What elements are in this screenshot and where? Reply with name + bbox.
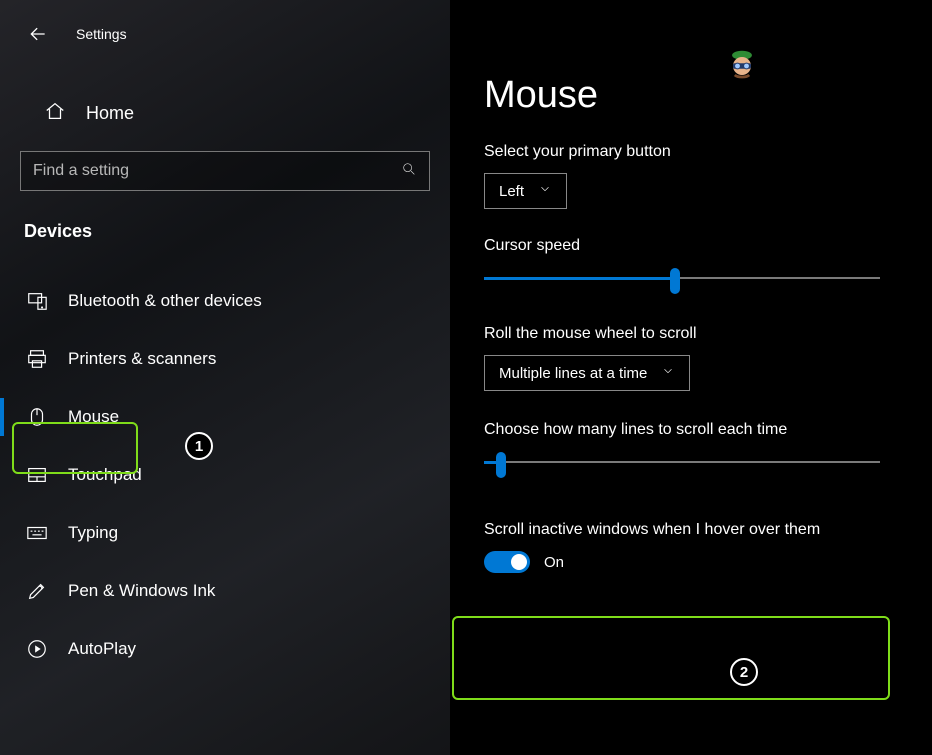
printer-icon: [24, 348, 50, 370]
slider-track: [484, 461, 880, 463]
cursor-speed-slider[interactable]: [484, 267, 880, 291]
touchpad-icon: [24, 464, 50, 486]
pen-icon: [24, 580, 50, 602]
back-button[interactable]: [18, 18, 58, 50]
page-title: Mouse: [484, 74, 932, 117]
search-input[interactable]: Find a setting: [20, 151, 430, 191]
inactive-windows-label: Scroll inactive windows when I hover ove…: [484, 521, 932, 539]
sidebar-item-label: Touchpad: [68, 465, 142, 485]
chevron-down-icon: [647, 364, 675, 382]
search-placeholder: Find a setting: [33, 162, 401, 180]
scroll-wheel-label: Roll the mouse wheel to scroll: [484, 325, 932, 343]
annotation-highlight-2: [452, 616, 890, 700]
devices-icon: [24, 290, 50, 312]
sidebar: Settings Home Find a setting Devices Blu…: [0, 0, 450, 755]
inactive-windows-toggle[interactable]: [484, 551, 530, 573]
mouse-icon: [24, 406, 50, 428]
sidebar-item-label: Printers & scanners: [68, 349, 216, 369]
main-content: Mouse Select your primary button Left Cu…: [450, 0, 932, 755]
sidebar-item-bluetooth[interactable]: Bluetooth & other devices: [0, 272, 450, 330]
sidebar-item-label: AutoPlay: [68, 639, 136, 659]
sidebar-item-label: Mouse: [68, 407, 119, 427]
avatar: [722, 46, 762, 86]
cursor-speed-label: Cursor speed: [484, 237, 932, 255]
scroll-wheel-dropdown[interactable]: Multiple lines at a time: [484, 355, 690, 391]
lines-scroll-label: Choose how many lines to scroll each tim…: [484, 421, 932, 439]
autoplay-icon: [24, 638, 50, 660]
chevron-down-icon: [524, 182, 552, 200]
primary-button-dropdown[interactable]: Left: [484, 173, 567, 209]
keyboard-icon: [24, 522, 50, 544]
annotation-badge-2: 2: [730, 658, 758, 686]
dropdown-value: Multiple lines at a time: [499, 365, 647, 382]
sidebar-item-mouse[interactable]: Mouse: [0, 388, 450, 446]
search-icon: [401, 161, 417, 181]
home-icon: [44, 100, 66, 127]
slider-thumb[interactable]: [496, 452, 506, 478]
dropdown-value: Left: [499, 183, 524, 200]
home-label: Home: [86, 103, 134, 124]
sidebar-item-label: Pen & Windows Ink: [68, 581, 215, 601]
section-header: Devices: [0, 213, 450, 258]
toggle-state: On: [544, 554, 564, 571]
sidebar-item-printers[interactable]: Printers & scanners: [0, 330, 450, 388]
slider-thumb[interactable]: [670, 268, 680, 294]
home-link[interactable]: Home: [0, 66, 450, 143]
sidebar-item-label: Typing: [68, 523, 118, 543]
sidebar-item-touchpad[interactable]: Touchpad: [0, 446, 450, 504]
sidebar-item-typing[interactable]: Typing: [0, 504, 450, 562]
lines-scroll-slider[interactable]: [484, 451, 880, 475]
sidebar-item-label: Bluetooth & other devices: [68, 291, 262, 311]
sidebar-item-autoplay[interactable]: AutoPlay: [0, 620, 450, 678]
app-title: Settings: [76, 26, 127, 42]
primary-button-label: Select your primary button: [484, 143, 932, 161]
sidebar-item-pen[interactable]: Pen & Windows Ink: [0, 562, 450, 620]
